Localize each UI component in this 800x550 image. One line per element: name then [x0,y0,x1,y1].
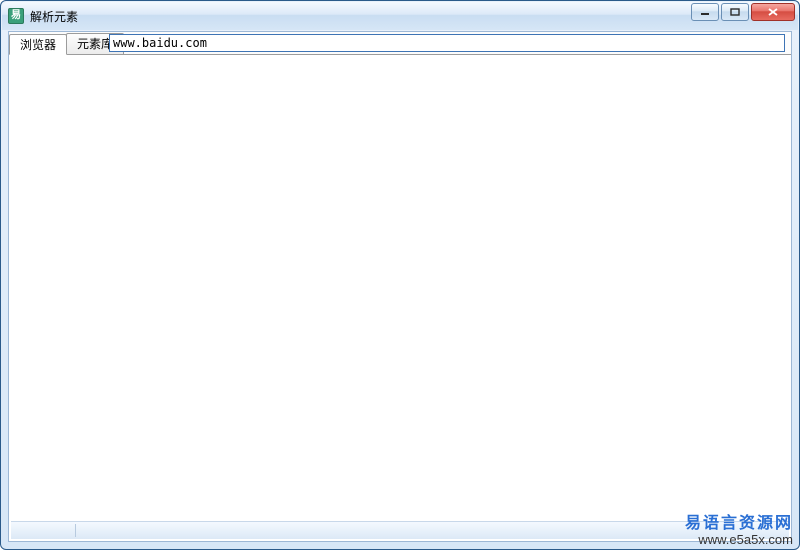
window-title: 解析元素 [30,8,78,25]
client-area: 浏览器 元素库 [8,31,792,542]
close-button[interactable] [751,3,795,21]
minimize-button[interactable] [691,3,719,21]
tabstrip-divider [9,54,791,55]
window-buttons [691,3,795,21]
app-icon: 易 [8,8,24,24]
status-bar [11,521,789,539]
url-input[interactable] [109,34,785,52]
maximize-button[interactable] [721,3,749,21]
tab-browser[interactable]: 浏览器 [9,34,67,55]
minimize-icon [700,8,710,16]
browser-content[interactable] [11,56,789,519]
window-frame: 易 解析元素 浏览器 元素库 易语言资源网 www.e5a5x. [0,0,800,550]
maximize-icon [730,8,740,16]
titlebar[interactable]: 易 解析元素 [2,2,798,30]
close-icon [767,7,779,17]
statusbar-separator [75,524,76,537]
